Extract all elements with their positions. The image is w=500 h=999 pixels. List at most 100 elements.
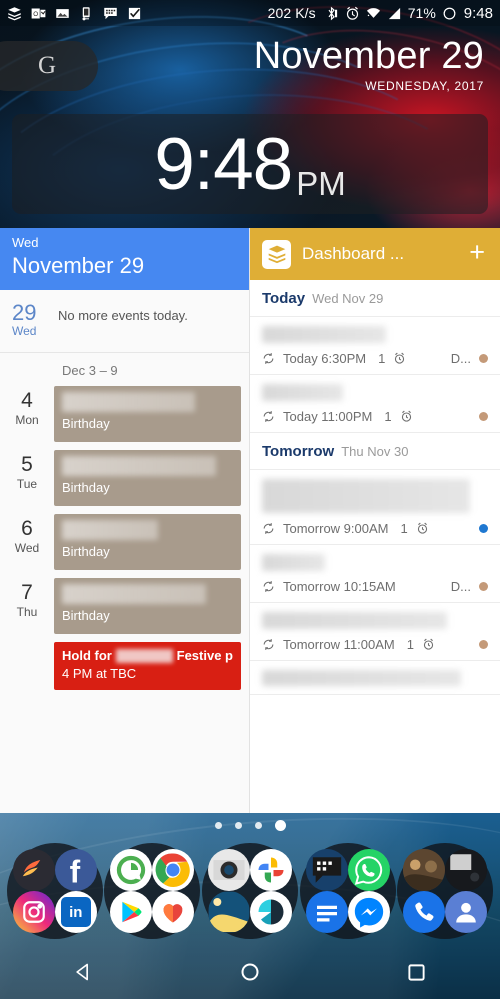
chrome-icon[interactable] xyxy=(152,849,195,891)
task-when: Today 6:30PM xyxy=(283,351,367,366)
dock[interactable]: f in xyxy=(0,836,500,946)
repeat-icon xyxy=(263,411,274,422)
linkedin-icon[interactable]: in xyxy=(54,891,97,933)
task-item[interactable]: Tomorrow 11:00AM 1 xyxy=(250,603,500,661)
instagram-icon[interactable] xyxy=(12,891,55,933)
task-priority-dot xyxy=(479,640,488,649)
google-photos-icon[interactable] xyxy=(249,849,292,891)
contacts-icon[interactable] xyxy=(445,891,488,933)
photo-thumb-2-icon[interactable] xyxy=(445,849,488,891)
google-search-pill[interactable]: G xyxy=(0,41,98,91)
calendar-event-row[interactable]: 7 Thu Birthday xyxy=(0,578,249,643)
outlook-icon: O xyxy=(31,8,46,18)
task-item[interactable]: Tomorrow 10:15AM D... xyxy=(250,545,500,603)
home-button[interactable] xyxy=(223,945,277,999)
photo-thumb-icon[interactable] xyxy=(403,849,446,891)
calendar-header-date: November 29 xyxy=(12,252,145,278)
calendar-event-birthday[interactable]: Birthday xyxy=(54,578,241,635)
home-icon xyxy=(241,963,259,981)
back-button[interactable] xyxy=(56,945,110,999)
gallery-icon[interactable] xyxy=(207,891,250,933)
task-reminder-count: 1 xyxy=(378,351,386,366)
messaging-folder[interactable] xyxy=(299,843,396,939)
calendar-today-daycol: 29 Wed xyxy=(12,301,58,338)
calendar-daycol: 6 Wed xyxy=(0,514,54,555)
page-dot[interactable] xyxy=(234,822,242,829)
calendar-widget[interactable]: Wed November 29 29 Wed No more events to… xyxy=(0,228,250,813)
calendar-event-row-red[interactable]: Hold for Festive p 4 PM at TBC xyxy=(0,642,249,699)
calendar-header-weekday: Wed xyxy=(12,235,39,250)
social-folder[interactable]: f in xyxy=(6,843,103,939)
calendar-day-number: 6 xyxy=(21,517,33,541)
facebook-icon[interactable]: f xyxy=(54,849,97,891)
page-dot-active[interactable] xyxy=(274,820,286,831)
task-item[interactable]: Today 6:30PM 1 D... xyxy=(250,317,500,375)
firefox-focus-icon[interactable] xyxy=(12,849,55,891)
whatsapp-business-icon[interactable] xyxy=(110,849,153,891)
task-reminder-count: 1 xyxy=(406,637,414,652)
messenger-icon[interactable] xyxy=(347,891,390,933)
header-weekday-year: WEDNESDAY, 2017 xyxy=(365,79,484,94)
task-when: Tomorrow 11:00AM xyxy=(283,637,395,652)
calendar-event-title-redacted xyxy=(62,456,216,477)
calendar-today-row[interactable]: 29 Wed No more events today. xyxy=(0,290,249,354)
calendar-event-birthday[interactable]: Birthday xyxy=(54,450,241,507)
calendar-event-red-title: Hold for Festive p xyxy=(62,648,233,663)
todoist-icon xyxy=(262,239,291,269)
calendar-day-name: Wed xyxy=(14,540,40,555)
tasks-check-icon xyxy=(128,7,141,19)
page-dot[interactable] xyxy=(214,822,222,829)
status-clock: 9:48 xyxy=(463,4,493,22)
task-item[interactable]: Tomorrow 9:00AM 1 xyxy=(250,470,500,545)
bbm-icon xyxy=(104,7,117,19)
calendar-event-birthday[interactable]: Birthday xyxy=(54,514,241,571)
calendar-event-label: Birthday xyxy=(62,544,110,560)
calendar-event-red-redacted xyxy=(115,648,173,663)
task-widget-title: Dashboard ... xyxy=(302,244,405,263)
calendar-event-festive[interactable]: Hold for Festive p 4 PM at TBC xyxy=(54,642,241,691)
task-meta: Tomorrow 9:00AM 1 xyxy=(262,521,488,536)
weather-icon[interactable] xyxy=(249,891,292,933)
calendar-event-row[interactable]: 5 Tue Birthday xyxy=(0,450,249,515)
bbm-icon[interactable] xyxy=(305,849,348,891)
date-header[interactable]: November 29 WEDNESDAY, 2017 xyxy=(254,36,484,94)
media-folder[interactable] xyxy=(201,843,298,939)
task-widget-header[interactable]: Dashboard ... + xyxy=(250,228,500,280)
task-reminder-count: 1 xyxy=(400,521,408,536)
task-item-partial[interactable] xyxy=(250,661,500,695)
task-list[interactable]: Today Wed Nov 29 Today 6:30PM 1 D... Tod… xyxy=(250,280,500,813)
task-priority-dot xyxy=(479,582,488,591)
repeat-icon xyxy=(263,581,274,592)
calendar-event-row[interactable]: 6 Wed Birthday xyxy=(0,514,249,579)
recents-button[interactable] xyxy=(390,945,444,999)
task-title-redacted xyxy=(262,384,344,401)
calendar-event-row[interactable]: 4 Mon Birthday xyxy=(0,386,249,451)
task-widget[interactable]: Dashboard ... + Today Wed Nov 29 Today 6… xyxy=(250,228,500,813)
photos-icon xyxy=(56,8,69,18)
calendar-widget-header[interactable]: Wed November 29 xyxy=(0,228,249,291)
network-speed: 202 K/s xyxy=(267,5,316,21)
add-task-button[interactable]: + xyxy=(466,238,488,270)
google-folder[interactable] xyxy=(104,843,201,939)
clock-time: 9:48 xyxy=(154,123,293,205)
phone-icon[interactable] xyxy=(403,891,446,933)
widget-row: Wed November 29 29 Wed No more events to… xyxy=(0,228,500,813)
calendar-day-name: Tue xyxy=(16,476,38,491)
alarm-icon xyxy=(417,522,427,534)
status-system-icons: 202 K/s 71% 9:48 xyxy=(268,5,493,22)
repeat-icon xyxy=(263,353,274,364)
phone-folder[interactable] xyxy=(397,843,494,939)
page-dot[interactable] xyxy=(254,822,262,829)
play-store-icon[interactable] xyxy=(110,891,153,933)
calendar-event-title-redacted xyxy=(62,392,196,413)
task-item[interactable]: Today 11:00PM 1 xyxy=(250,375,500,433)
navigation-bar[interactable] xyxy=(0,945,500,999)
whatsapp-icon[interactable] xyxy=(347,849,390,891)
health-icon[interactable] xyxy=(152,891,195,933)
messaging-icon[interactable] xyxy=(305,891,348,933)
clock-widget[interactable]: 9:48 PM xyxy=(12,114,488,214)
calendar-daycol: 5 Tue xyxy=(0,450,54,491)
status-bar[interactable]: O 202 K/s 71% 9:48 xyxy=(0,0,500,26)
calendar-event-birthday[interactable]: Birthday xyxy=(54,386,241,443)
camera-icon[interactable] xyxy=(207,849,250,891)
